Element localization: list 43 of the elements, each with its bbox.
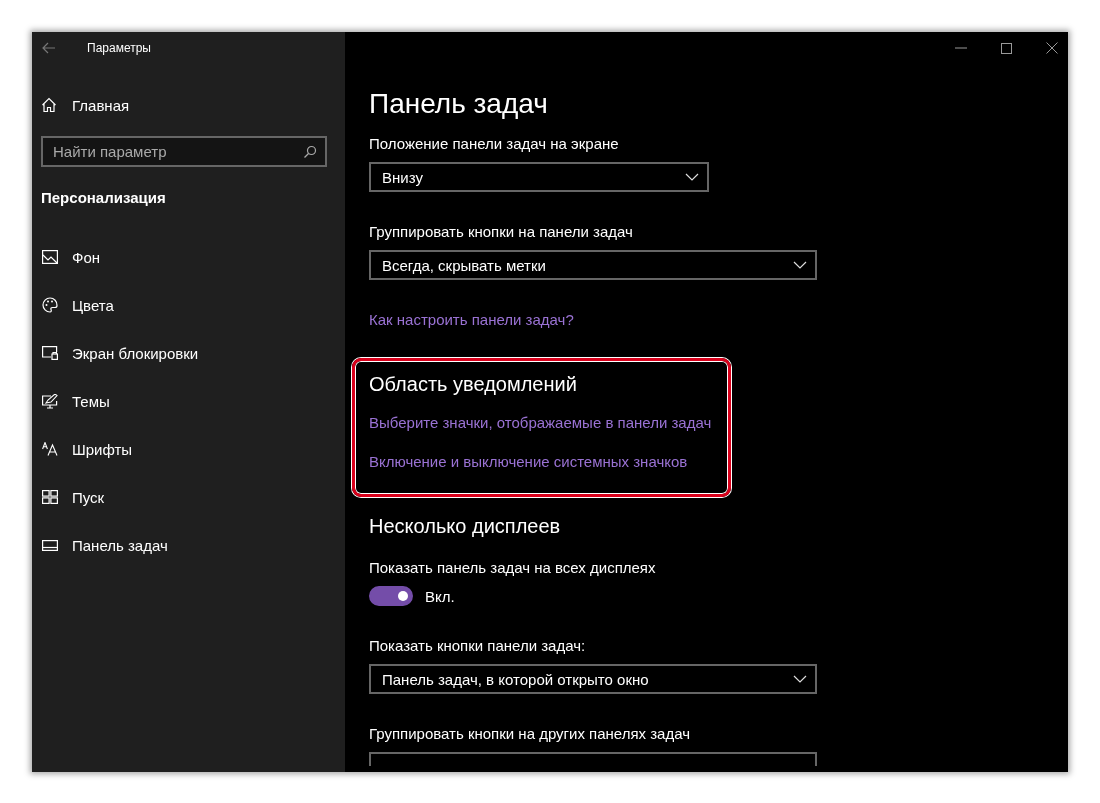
section-heading: Область уведомлений: [369, 372, 577, 397]
setting-label: Положение панели задач на экране: [369, 134, 619, 154]
setting-label: Группировать кнопки на панели задач: [369, 222, 633, 242]
sidebar-item[interactable]: Темы: [32, 389, 110, 413]
setting-label: Группировать кнопки на других панелях задач: [369, 724, 691, 744]
chevron-icon: [685, 173, 699, 181]
help-link[interactable]: Как настроить панели задач?: [369, 310, 574, 330]
sidebar-item[interactable]: Экран блокировки: [32, 341, 199, 365]
toggle-switch[interactable]: [369, 586, 413, 606]
settings-link[interactable]: Включение и выключение системных значков: [369, 452, 688, 472]
palette-icon: [42, 297, 58, 313]
dropdown-field[interactable]: Панель задач, в которой открыто окно: [369, 664, 817, 694]
search-icon[interactable]: [303, 145, 317, 159]
back-arrow-icon[interactable]: [42, 42, 56, 54]
settings-link[interactable]: Выберите значки, отображаемые в панели задач: [369, 413, 712, 433]
window-title: Параметры: [87, 41, 151, 55]
fonts-icon: [42, 442, 58, 456]
setting-label: Показать кнопки панели задач:: [369, 636, 586, 656]
home-icon: [41, 97, 57, 113]
picture-icon: [42, 250, 58, 264]
sidebar-item[interactable]: Пуск: [32, 485, 105, 509]
lock-screen-icon: [42, 346, 58, 360]
dropdown-field[interactable]: Внизу: [369, 162, 709, 192]
page-title: Панель задач: [369, 87, 548, 121]
sidebar-item[interactable]: Шрифты: [32, 437, 133, 461]
taskbar-icon: [42, 539, 58, 551]
sidebar-item[interactable]: Цвета: [32, 293, 114, 317]
sidebar-item[interactable]: Панель задач: [32, 533, 168, 557]
section-heading: Несколько дисплеев: [369, 514, 561, 539]
dropdown-field[interactable]: [369, 752, 817, 766]
dropdown-field[interactable]: Всегда, скрывать метки: [369, 250, 817, 280]
setting-label: Показать панель задач на всех дисплеях: [369, 558, 656, 578]
sidebar-item[interactable]: Фон: [32, 245, 101, 269]
chevron-icon: [793, 675, 807, 683]
search-field[interactable]: Найти параметр: [41, 136, 327, 167]
home-link[interactable]: Главная: [32, 93, 130, 117]
monitor-brush-icon: [42, 393, 58, 409]
maximize-icon[interactable]: [1001, 42, 1012, 54]
close-icon[interactable]: [1046, 42, 1058, 54]
tiles-icon: [42, 490, 58, 504]
toggle-state-label: Вкл.: [425, 587, 455, 605]
section-heading: Персонализация: [41, 188, 166, 208]
chevron-icon: [793, 261, 807, 269]
